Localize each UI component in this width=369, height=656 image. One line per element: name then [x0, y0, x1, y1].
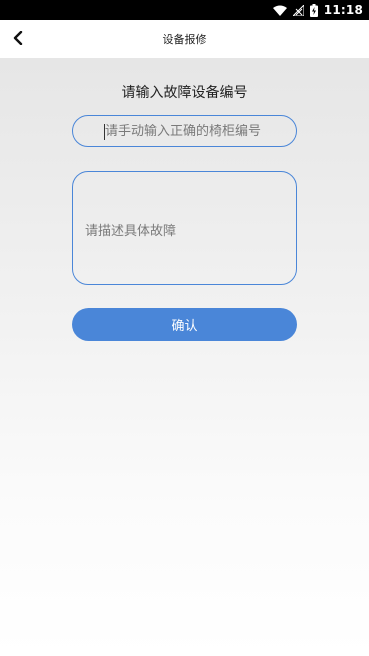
nav-bar: 设备报修: [0, 20, 369, 58]
fault-description-field[interactable]: [72, 171, 297, 285]
repair-form: 请输入故障设备编号 确认: [0, 58, 369, 656]
fault-description-input[interactable]: [85, 172, 296, 284]
text-caret: [104, 124, 105, 140]
form-title: 请输入故障设备编号: [121, 85, 248, 101]
battery-charging-icon: [309, 3, 318, 17]
confirm-button[interactable]: 确认: [72, 308, 297, 341]
status-time: 11:18: [323, 3, 363, 17]
page-title: 设备报修: [162, 33, 207, 46]
signal-off-icon: [292, 4, 304, 16]
status-bar: 11:18: [0, 0, 369, 20]
chevron-left-icon: [13, 30, 23, 49]
back-button[interactable]: [5, 26, 31, 52]
wifi-icon: [272, 5, 287, 16]
device-code-input[interactable]: [105, 123, 296, 139]
device-code-field[interactable]: [72, 115, 297, 147]
